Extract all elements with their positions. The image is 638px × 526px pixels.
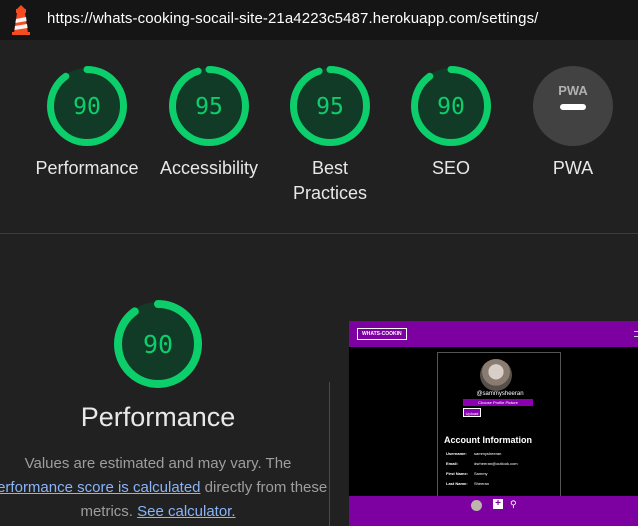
gauge-accessibility[interactable]: 95 Accessibility — [149, 64, 269, 181]
report-url[interactable]: https://whats-cooking-socail-site-21a422… — [47, 10, 538, 27]
best-practices-score: 95 — [316, 94, 344, 120]
pwa-badge-icon: PWA — [533, 66, 613, 146]
best-practices-label: Best Practices — [292, 158, 368, 203]
performance-label: Performance — [35, 158, 139, 178]
performance-description: Values are estimated and may vary. The p… — [0, 452, 330, 524]
plus-icon: + — [493, 499, 503, 509]
gauge-pwa[interactable]: PWA PWA — [513, 64, 633, 181]
info-row: Last Name: Sheeran — [446, 481, 490, 486]
performance-score: 90 — [73, 94, 101, 120]
see-calculator-link[interactable]: See calculator. — [137, 503, 235, 520]
app-navbar: WHATS-COOKIN — [349, 321, 638, 347]
avatar — [480, 359, 512, 391]
seo-score-ring: 90 — [411, 66, 491, 146]
accessibility-score: 95 — [195, 94, 223, 120]
seo-score: 90 — [437, 94, 465, 120]
score-calculated-link[interactable]: performance score is calculated — [0, 479, 201, 496]
pwa-badge-text: PWA — [558, 83, 588, 98]
filmstrip-divider — [329, 382, 330, 526]
app-footer: + ⚲ — [349, 496, 638, 526]
gauge-best-practices[interactable]: 95 Best Practices — [270, 64, 390, 206]
category-summary: 90 Performance 95 Accessibility 95 Best … — [0, 40, 638, 234]
accessibility-label: Accessibility — [159, 158, 259, 178]
menu-icon — [634, 331, 638, 337]
search-icon: ⚲ — [510, 499, 517, 509]
info-row: Email: dsrheeran@outlook.com — [446, 461, 518, 466]
final-screenshot[interactable]: WHATS-COOKIN @sammysheeran Choose Profil… — [349, 321, 638, 526]
lighthouse-icon — [12, 5, 30, 35]
gauge-performance[interactable]: 90 Performance — [27, 64, 147, 181]
performance-detail-title: Performance — [80, 402, 236, 432]
performance-detail-ring: 90 — [114, 300, 202, 388]
description-text: Values are estimated and may vary. The — [24, 455, 292, 472]
performance-score-ring: 90 — [47, 66, 127, 146]
performance-detail-score: 90 — [143, 330, 173, 359]
pwa-label: PWA — [552, 158, 594, 178]
account-info-heading: Account Information — [444, 435, 532, 445]
avatar — [471, 500, 482, 511]
profile-username: @sammysheeran — [476, 391, 524, 397]
app-brand: WHATS-COOKIN — [357, 328, 407, 340]
accessibility-score-ring: 95 — [169, 66, 249, 146]
best-practices-score-ring: 95 — [290, 66, 370, 146]
choose-picture-button: Choose Profile Picture — [463, 399, 533, 406]
upload-button: Upload — [463, 408, 481, 417]
seo-label: SEO — [431, 158, 470, 178]
info-row: Username: sammysheeran — [446, 451, 502, 456]
performance-detail: 90 Performance Values are estimated and … — [0, 234, 638, 526]
gauge-seo[interactable]: 90 SEO — [391, 64, 511, 181]
info-row: First Name: Sammy — [446, 471, 488, 476]
report-header: https://whats-cooking-socail-site-21a422… — [0, 0, 638, 40]
